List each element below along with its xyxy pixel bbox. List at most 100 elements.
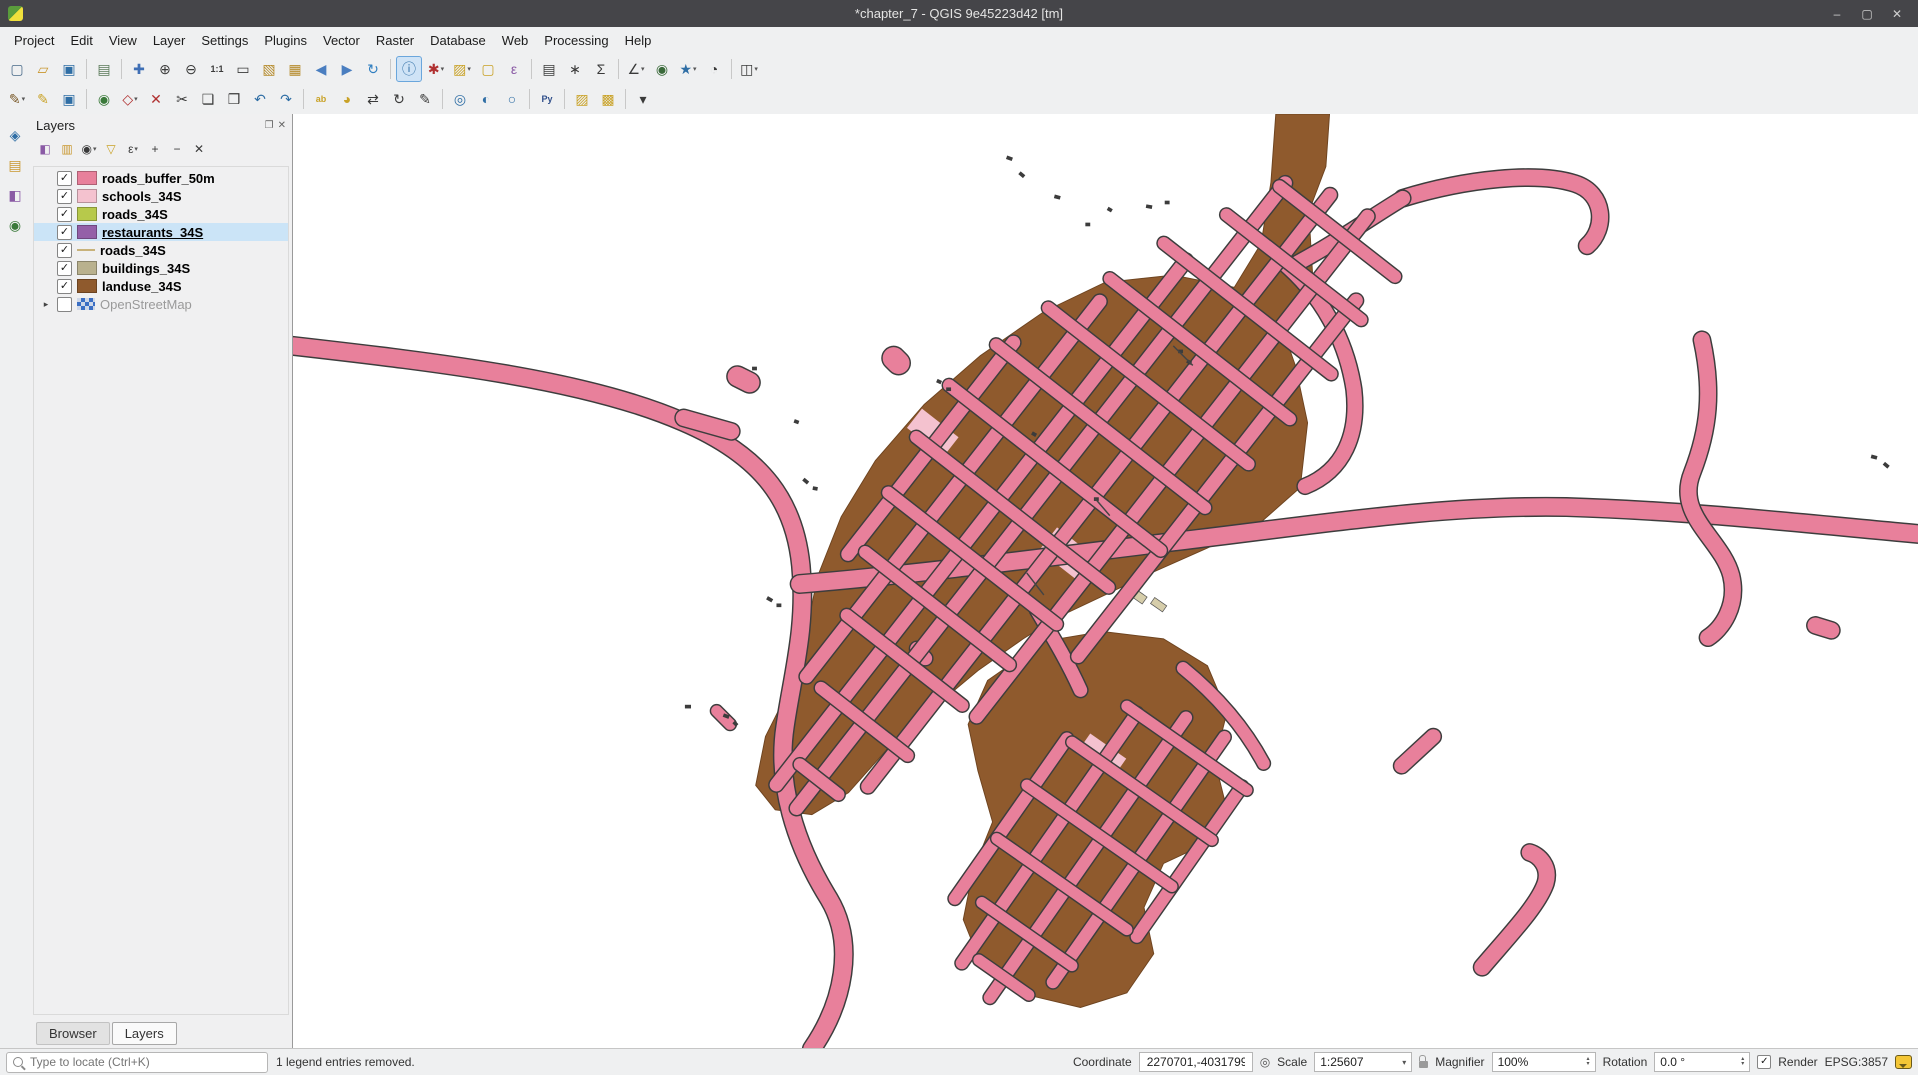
close-panel-icon[interactable]: ✕ <box>278 120 286 131</box>
pin-labels-button[interactable]: ◎ <box>448 87 472 111</box>
temporal-controller-button[interactable]: ◔ <box>702 57 726 81</box>
layer-label[interactable]: OpenStreetMap <box>100 297 192 312</box>
layer-labeling-button[interactable]: ab <box>309 87 333 111</box>
menu-edit[interactable]: Edit <box>62 29 100 52</box>
identify-features-button[interactable]: ⓘ <box>396 56 422 82</box>
coordinate-box[interactable] <box>1139 1052 1253 1072</box>
statistical-summary-button[interactable]: Σ <box>589 57 613 81</box>
collapse-all-button[interactable]: − <box>167 139 187 159</box>
layer-label[interactable]: landuse_34S <box>102 279 182 294</box>
layer-item-roads_34S[interactable]: ✓ roads_34S <box>34 205 288 223</box>
filter-by-expression-button[interactable]: ε <box>123 139 143 159</box>
layer-expander-icon[interactable]: ▸ <box>40 299 52 310</box>
delete-selected-button[interactable]: ✕ <box>144 87 168 111</box>
expand-all-button[interactable]: + <box>145 139 165 159</box>
zoom-last-button[interactable]: ◀ <box>309 57 333 81</box>
layer-styling-panel-button[interactable]: ◧ <box>3 183 27 207</box>
new-project-button[interactable]: ▢ <box>5 57 29 81</box>
float-panel-icon[interactable]: ❐ <box>265 120 274 131</box>
manage-map-themes-button[interactable]: ◉ <box>79 139 99 159</box>
layer-item-roads_buffer_50m[interactable]: ✓roads_buffer_50m <box>34 169 288 187</box>
data-source-manager-button[interactable]: ◈ <box>3 123 27 147</box>
select-features-button[interactable]: ▨ <box>450 57 474 81</box>
rotation-spinbox[interactable]: 0.0 ° ▴▾ <box>1654 1052 1750 1072</box>
layer-visibility-checkbox[interactable]: ✓ <box>57 189 72 204</box>
layer-label[interactable]: buildings_34S <box>102 261 190 276</box>
messages-log-icon[interactable] <box>1895 1055 1912 1069</box>
open-project-button[interactable]: ▱ <box>31 57 55 81</box>
lock-scale-icon[interactable] <box>1419 1061 1428 1068</box>
layer-label[interactable]: restaurants_34S <box>102 225 203 240</box>
layer-visibility-checkbox[interactable]: ✓ <box>57 261 72 276</box>
filter-legend-button[interactable]: ▽ <box>101 139 121 159</box>
save-project-button[interactable]: ▣ <box>57 57 81 81</box>
menu-vector[interactable]: Vector <box>315 29 368 52</box>
menu-settings[interactable]: Settings <box>193 29 256 52</box>
layer-label[interactable]: roads_34S <box>100 243 166 258</box>
new-map-view-button[interactable]: ◫ <box>737 57 761 81</box>
dock-tab-layers[interactable]: Layers <box>112 1022 177 1045</box>
menu-processing[interactable]: Processing <box>536 29 616 52</box>
zoom-out-button[interactable]: ⊖ <box>179 57 203 81</box>
menu-web[interactable]: Web <box>494 29 537 52</box>
deselect-features-button[interactable]: ▢ <box>476 57 500 81</box>
toggle-extents-icon[interactable]: ◎ <box>1260 1055 1270 1069</box>
layer-visibility-checkbox[interactable]: ✓ <box>57 207 72 222</box>
map-canvas[interactable] <box>293 114 1918 1049</box>
undo-button[interactable]: ↶ <box>248 87 272 111</box>
layer-visibility-checkbox[interactable]: ✓ <box>57 171 72 186</box>
layer-visibility-checkbox[interactable]: ✓ <box>57 243 72 258</box>
run-feature-action-button[interactable]: ✱ <box>424 57 448 81</box>
menu-raster[interactable]: Raster <box>368 29 422 52</box>
copy-features-button[interactable]: ❏ <box>196 87 220 111</box>
show-pinned-labels-button[interactable]: ◐ <box>474 87 498 111</box>
select-by-expression-button[interactable]: ε <box>502 57 526 81</box>
zoom-in-button[interactable]: ⊕ <box>153 57 177 81</box>
magnifier-spinbox[interactable]: 100% ▴▾ <box>1492 1052 1596 1072</box>
add-feature-button[interactable]: ◉ <box>92 87 116 111</box>
layer-visibility-checkbox[interactable] <box>57 297 72 312</box>
refresh-map-button[interactable]: ↻ <box>361 57 385 81</box>
current-edits-button[interactable]: ✎ <box>5 87 29 111</box>
rotate-label-button[interactable]: ↻ <box>387 87 411 111</box>
render-checkbox[interactable]: ✓ <box>1757 1055 1771 1069</box>
redo-button[interactable]: ↷ <box>274 87 298 111</box>
measure-button[interactable]: ∠ <box>624 57 648 81</box>
select-features-area-button[interactable]: ▨ <box>570 87 594 111</box>
processing-toolbox-button[interactable]: ◉ <box>3 213 27 237</box>
toggle-editing-button[interactable]: ✎ <box>31 87 55 111</box>
close-button[interactable]: ✕ <box>1884 4 1910 24</box>
remove-layer-button[interactable]: ✕ <box>189 139 209 159</box>
layer-label[interactable]: roads_34S <box>102 207 168 222</box>
change-label-button[interactable]: ✎ <box>413 87 437 111</box>
map-tips-button[interactable]: ◉ <box>650 57 674 81</box>
locate-input[interactable] <box>28 1054 261 1070</box>
open-attribute-table-button[interactable]: ▤ <box>537 57 561 81</box>
toolbox-dropdown-button[interactable]: ▾ <box>631 87 655 111</box>
layer-diagram-button[interactable]: ◕ <box>335 87 359 111</box>
menu-database[interactable]: Database <box>422 29 494 52</box>
zoom-native-button[interactable]: 1:1 <box>205 57 229 81</box>
dock-tab-browser[interactable]: Browser <box>36 1022 110 1045</box>
invert-selection-button[interactable]: ▩ <box>596 87 620 111</box>
pan-map-button[interactable]: ✚ <box>127 57 151 81</box>
browser-panel-button[interactable]: ▤ <box>3 153 27 177</box>
new-bookmark-button[interactable]: ★ <box>676 57 700 81</box>
python-console-button[interactable]: Py <box>535 87 559 111</box>
map-render[interactable] <box>293 114 1918 1049</box>
add-group-button[interactable]: ▥ <box>57 139 77 159</box>
spinner-arrows-icon[interactable]: ▴▾ <box>1587 1057 1590 1067</box>
paste-features-button[interactable]: ❒ <box>222 87 246 111</box>
menu-view[interactable]: View <box>101 29 145 52</box>
coordinate-input[interactable] <box>1145 1054 1247 1070</box>
zoom-to-selection-button[interactable]: ▧ <box>257 57 281 81</box>
layer-visibility-checkbox[interactable]: ✓ <box>57 279 72 294</box>
layer-visibility-checkbox[interactable]: ✓ <box>57 225 72 240</box>
menu-help[interactable]: Help <box>617 29 660 52</box>
menu-layer[interactable]: Layer <box>145 29 194 52</box>
zoom-next-button[interactable]: ▶ <box>335 57 359 81</box>
show-hidden-labels-button[interactable]: ○ <box>500 87 524 111</box>
layer-label[interactable]: schools_34S <box>102 189 182 204</box>
scale-combo[interactable]: 1:25607 ▾ <box>1314 1052 1412 1072</box>
layout-manager-button[interactable]: ▤ <box>92 57 116 81</box>
